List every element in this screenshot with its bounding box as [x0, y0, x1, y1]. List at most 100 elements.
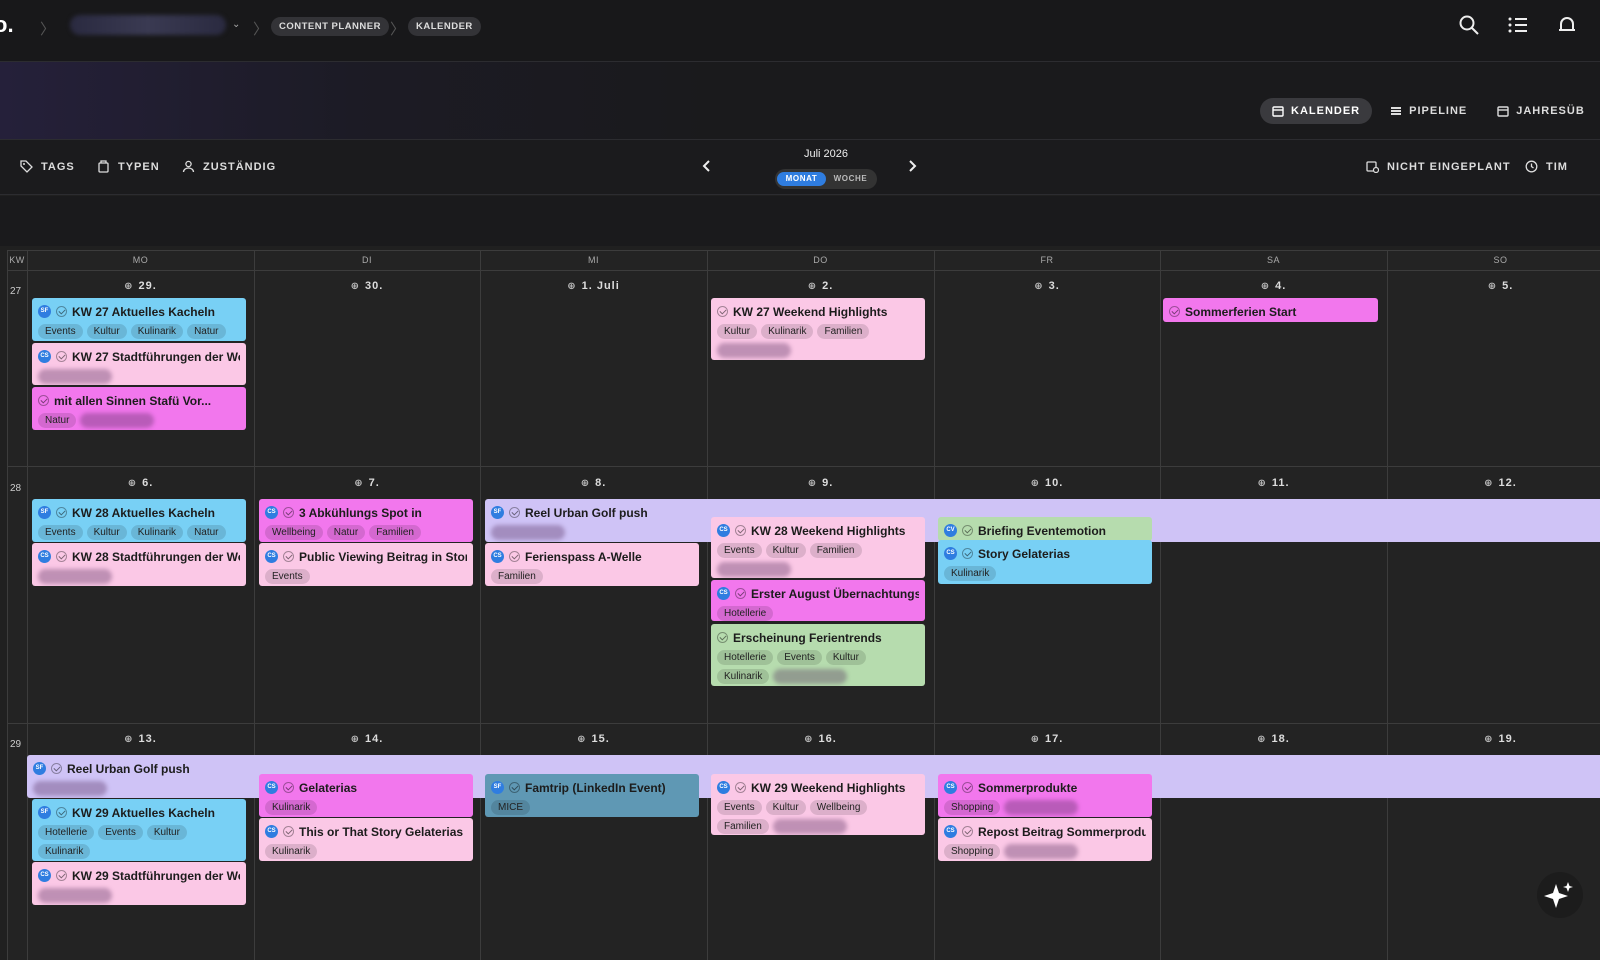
add-circle-icon[interactable]: ⊕: [1484, 478, 1493, 489]
status-check-icon[interactable]: [717, 306, 728, 317]
status-check-icon[interactable]: [283, 826, 294, 837]
add-circle-icon[interactable]: ⊕: [124, 281, 133, 292]
timeline-button[interactable]: TIM: [1525, 160, 1568, 173]
status-check-icon[interactable]: [283, 507, 294, 518]
event-card[interactable]: CS Erster August Übernachtungs... Hoteller…: [711, 580, 925, 621]
add-circle-icon[interactable]: ⊕: [808, 281, 817, 292]
add-circle-icon[interactable]: ⊕: [1488, 281, 1497, 292]
add-circle-icon[interactable]: ⊕: [567, 281, 576, 292]
event-card[interactable]: CS Ferienspass A-Welle Familien: [485, 543, 699, 586]
event-card[interactable]: CV Briefing Eventemotion: [938, 517, 1152, 541]
day-cell-add[interactable]: ⊕ 10.: [934, 475, 1160, 491]
status-check-icon[interactable]: [56, 870, 67, 881]
event-card[interactable]: CS Sommerprodukte Shopping: [938, 774, 1152, 817]
status-check-icon[interactable]: [56, 351, 67, 362]
event-card[interactable]: SF KW 29 Aktuelles Kacheln Hotellerie Event…: [32, 799, 246, 861]
add-circle-icon[interactable]: ⊕: [1031, 478, 1040, 489]
day-cell-add[interactable]: ⊕ 7.: [254, 475, 480, 491]
event-card[interactable]: CS 3 Abkühlungs Spot in Wellbeing Natur Fami…: [259, 499, 473, 542]
add-circle-icon[interactable]: ⊕: [808, 478, 817, 489]
day-cell-add[interactable]: ⊕ 9.: [707, 475, 934, 491]
event-card[interactable]: CS This or That Story Gelaterias Kulinarik: [259, 818, 473, 861]
event-card[interactable]: Erscheinung Ferientrends Hotellerie Events…: [711, 624, 925, 686]
day-cell-add[interactable]: ⊕ 8.: [480, 475, 707, 491]
filter-tags-button[interactable]: TAGS: [20, 160, 75, 173]
event-card[interactable]: mit allen Sinnen Stafü Vor... Natur: [32, 387, 246, 430]
search-icon[interactable]: [1458, 14, 1480, 36]
event-card[interactable]: CS KW 27 Stadtführungen der Wo...: [32, 343, 246, 385]
unscheduled-button[interactable]: NICHT EINGEPLANT: [1366, 160, 1511, 173]
day-cell-add[interactable]: ⊕ 14.: [254, 731, 480, 747]
add-circle-icon[interactable]: ⊕: [1034, 281, 1043, 292]
status-check-icon[interactable]: [509, 782, 520, 793]
event-card[interactable]: CS Repost Beitrag Sommerprodu... Shopping: [938, 818, 1152, 861]
day-cell-add[interactable]: ⊕ 15.: [480, 731, 707, 747]
bell-icon[interactable]: [1556, 14, 1578, 36]
event-card[interactable]: SF KW 28 Aktuelles Kacheln Events Kultur Kul…: [32, 499, 246, 542]
add-circle-icon[interactable]: ⊕: [1257, 478, 1266, 489]
status-check-icon[interactable]: [509, 551, 520, 562]
view-jahresuebersicht[interactable]: JAHRESÜB: [1485, 98, 1597, 124]
status-check-icon[interactable]: [56, 807, 67, 818]
day-cell-add[interactable]: ⊕ 12.: [1387, 475, 1600, 491]
task-list-icon[interactable]: [1507, 14, 1529, 36]
status-check-icon[interactable]: [56, 306, 67, 317]
event-card[interactable]: CS KW 28 Weekend Highlights Events Kultur Fa…: [711, 517, 925, 578]
ai-assistant-button[interactable]: [1537, 872, 1583, 918]
status-check-icon[interactable]: [283, 782, 294, 793]
status-check-icon[interactable]: [962, 782, 973, 793]
day-cell-add[interactable]: ⊕ 2.: [707, 278, 934, 294]
status-check-icon[interactable]: [962, 525, 973, 536]
add-circle-icon[interactable]: ⊕: [128, 478, 137, 489]
day-cell-add[interactable]: ⊕ 16.: [707, 731, 934, 747]
day-cell-add[interactable]: ⊕ 11.: [1160, 475, 1387, 491]
day-cell-add[interactable]: ⊕ 18.: [1160, 731, 1387, 747]
day-cell-add[interactable]: ⊕ 19.: [1387, 731, 1600, 747]
add-circle-icon[interactable]: ⊕: [1031, 734, 1040, 745]
status-check-icon[interactable]: [735, 782, 746, 793]
day-cell-add[interactable]: ⊕ 29.: [27, 278, 254, 294]
add-circle-icon[interactable]: ⊕: [354, 478, 363, 489]
add-circle-icon[interactable]: ⊕: [351, 281, 360, 292]
view-kalender[interactable]: KALENDER: [1260, 98, 1373, 124]
add-circle-icon[interactable]: ⊕: [124, 734, 133, 745]
status-check-icon[interactable]: [51, 763, 62, 774]
status-check-icon[interactable]: [962, 548, 973, 559]
workspace-switcher[interactable]: [70, 15, 226, 35]
status-check-icon[interactable]: [56, 507, 67, 518]
add-circle-icon[interactable]: ⊕: [804, 734, 813, 745]
add-circle-icon[interactable]: ⊕: [351, 734, 360, 745]
view-pipeline[interactable]: PIPELINE: [1378, 98, 1479, 124]
chevron-down-icon[interactable]: ⌄: [232, 19, 240, 30]
add-circle-icon[interactable]: ⊕: [1257, 734, 1266, 745]
day-cell-add[interactable]: ⊕ 6.: [27, 475, 254, 491]
event-card[interactable]: KW 27 Weekend Highlights Kultur Kulinarik F…: [711, 298, 925, 360]
status-check-icon[interactable]: [735, 525, 746, 536]
event-card[interactable]: CS KW 28 Stadtführungen der Wo...: [32, 543, 246, 586]
app-logo[interactable]: o.: [0, 12, 14, 38]
breadcrumb-content-planner[interactable]: CONTENT PLANNER: [271, 17, 389, 36]
day-cell-add[interactable]: ⊕ 3.: [934, 278, 1160, 294]
add-circle-icon[interactable]: ⊕: [577, 734, 586, 745]
breadcrumb-kalender[interactable]: KALENDER: [408, 17, 481, 36]
event-card[interactable]: CS Story Gelaterias Kulinarik: [938, 540, 1152, 584]
next-month-button[interactable]: [904, 158, 920, 174]
day-cell-add[interactable]: ⊕ 30.: [254, 278, 480, 294]
mode-month[interactable]: MONAT: [777, 172, 826, 186]
event-card[interactable]: Sommerferien Start: [1163, 298, 1378, 322]
status-check-icon[interactable]: [962, 826, 973, 837]
status-check-icon[interactable]: [38, 395, 49, 406]
status-check-icon[interactable]: [735, 588, 746, 599]
add-circle-icon[interactable]: ⊕: [1484, 734, 1493, 745]
day-cell-add[interactable]: ⊕ 5.: [1387, 278, 1600, 294]
day-cell-add[interactable]: ⊕ 4.: [1160, 278, 1387, 294]
day-cell-add[interactable]: ⊕ 13.: [27, 731, 254, 747]
event-card[interactable]: SF KW 27 Aktuelles Kacheln Events Kultur Kul…: [32, 298, 246, 341]
status-check-icon[interactable]: [283, 551, 294, 562]
day-cell-add[interactable]: ⊕ 1. Juli: [480, 278, 707, 294]
status-check-icon[interactable]: [509, 507, 520, 518]
event-card[interactable]: SF Famtrip (LinkedIn Event) MICE: [485, 774, 699, 817]
filter-types-button[interactable]: TYPEN: [97, 160, 160, 173]
event-card[interactable]: CS Gelaterias Kulinarik: [259, 774, 473, 817]
event-card[interactable]: CS KW 29 Stadtführungen der Wo...: [32, 862, 246, 905]
